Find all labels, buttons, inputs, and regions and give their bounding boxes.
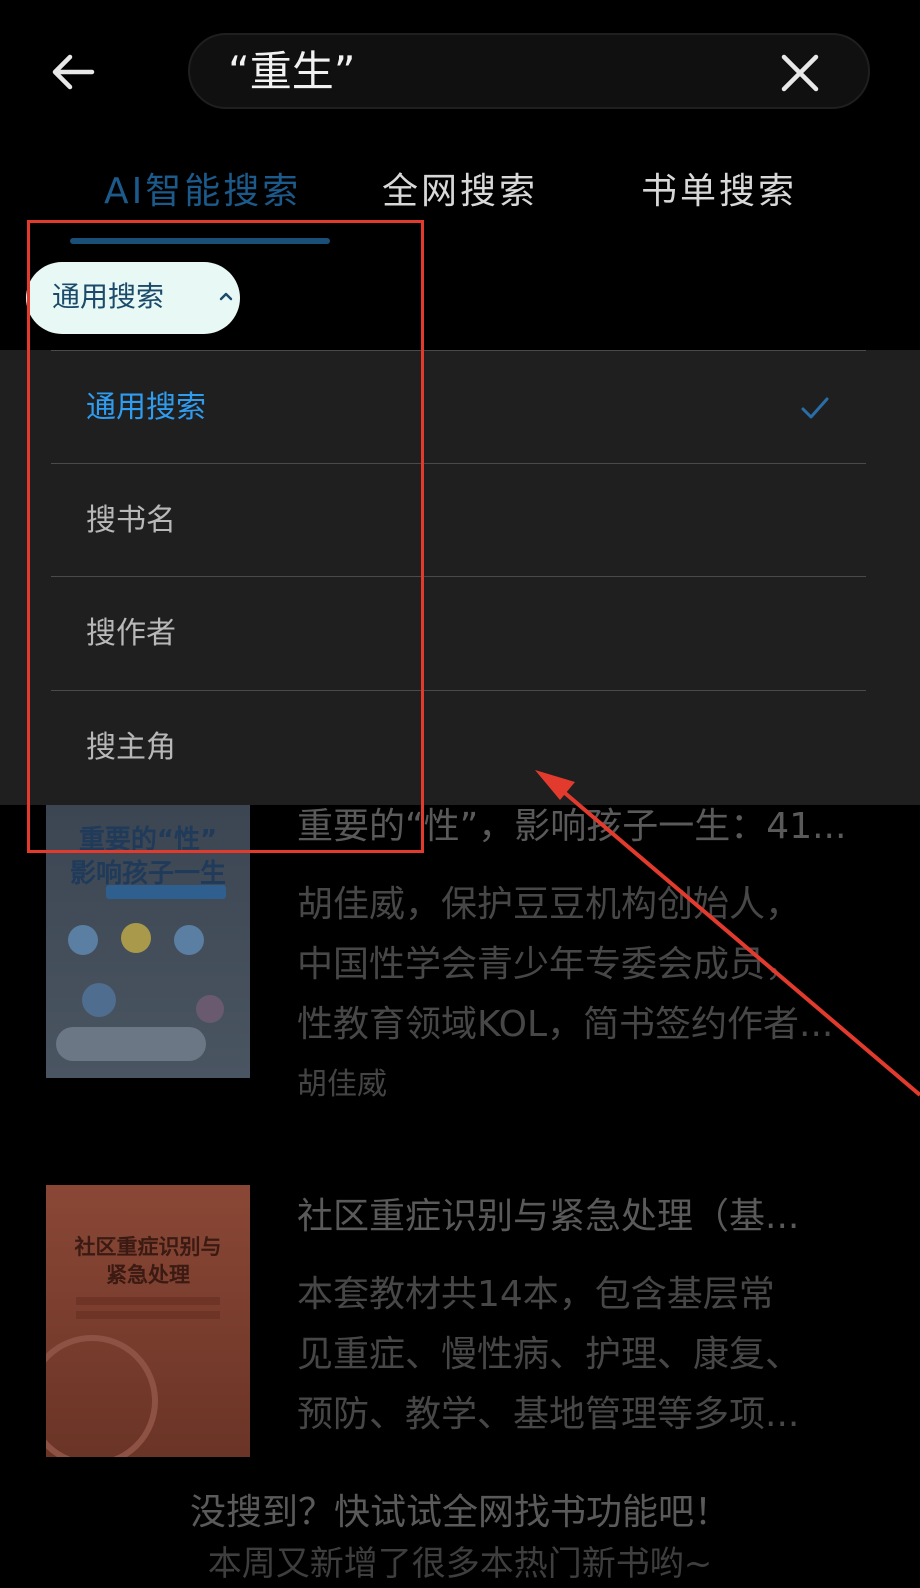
book-desc-line: 见重症、慢性病、护理、康复、 (297, 1334, 802, 1375)
tab-ai-search[interactable]: AI智能搜索 (104, 164, 301, 220)
tab-web-search[interactable]: 全网搜索 (382, 164, 538, 220)
book-description: 本套教材共14本，包含基层常 见重症、慢性病、护理、康复、 预防、教学、基地管理… (297, 1265, 887, 1445)
cover-title: 社区重症识别与 (74, 1235, 222, 1259)
book-description: 胡佳威，保护豆豆机构创始人， 中国性学会青少年专委会成员， 性教育领域KOL，简… (297, 875, 887, 1055)
search-query[interactable]: “重生” (228, 47, 356, 97)
search-bar[interactable]: “重生” (188, 33, 870, 109)
book-desc-line: 性教育领域KOL，简书签约作者... (297, 1004, 834, 1045)
book-cover[interactable]: 社区重症识别与 紧急处理 (46, 1185, 250, 1457)
annotation-highlight-box (27, 220, 424, 853)
clear-icon[interactable] (780, 53, 820, 93)
new-books-hint: 本周又新增了很多本热门新书哟~ (207, 1544, 713, 1584)
book-desc-line: 本套教材共14本，包含基层常 (297, 1274, 775, 1315)
book-title[interactable]: 社区重症识别与紧急处理（基... (297, 1192, 799, 1242)
no-result-hint[interactable]: 没搜到？快试试全网找书功能吧！ (0, 1488, 920, 1538)
cover-subtitle: 紧急处理 (106, 1263, 190, 1287)
book-desc-line: 预防、教学、基地管理等多项... (297, 1394, 800, 1435)
tab-booklist-search[interactable]: 书单搜索 (641, 164, 797, 220)
book-author: 胡佳威 (297, 1067, 387, 1102)
check-icon (801, 397, 829, 419)
book-desc-line: 中国性学会青少年专委会成员， (297, 944, 802, 985)
back-arrow-icon[interactable] (48, 48, 96, 96)
book-desc-line: 胡佳威，保护豆豆机构创始人， (297, 884, 802, 925)
